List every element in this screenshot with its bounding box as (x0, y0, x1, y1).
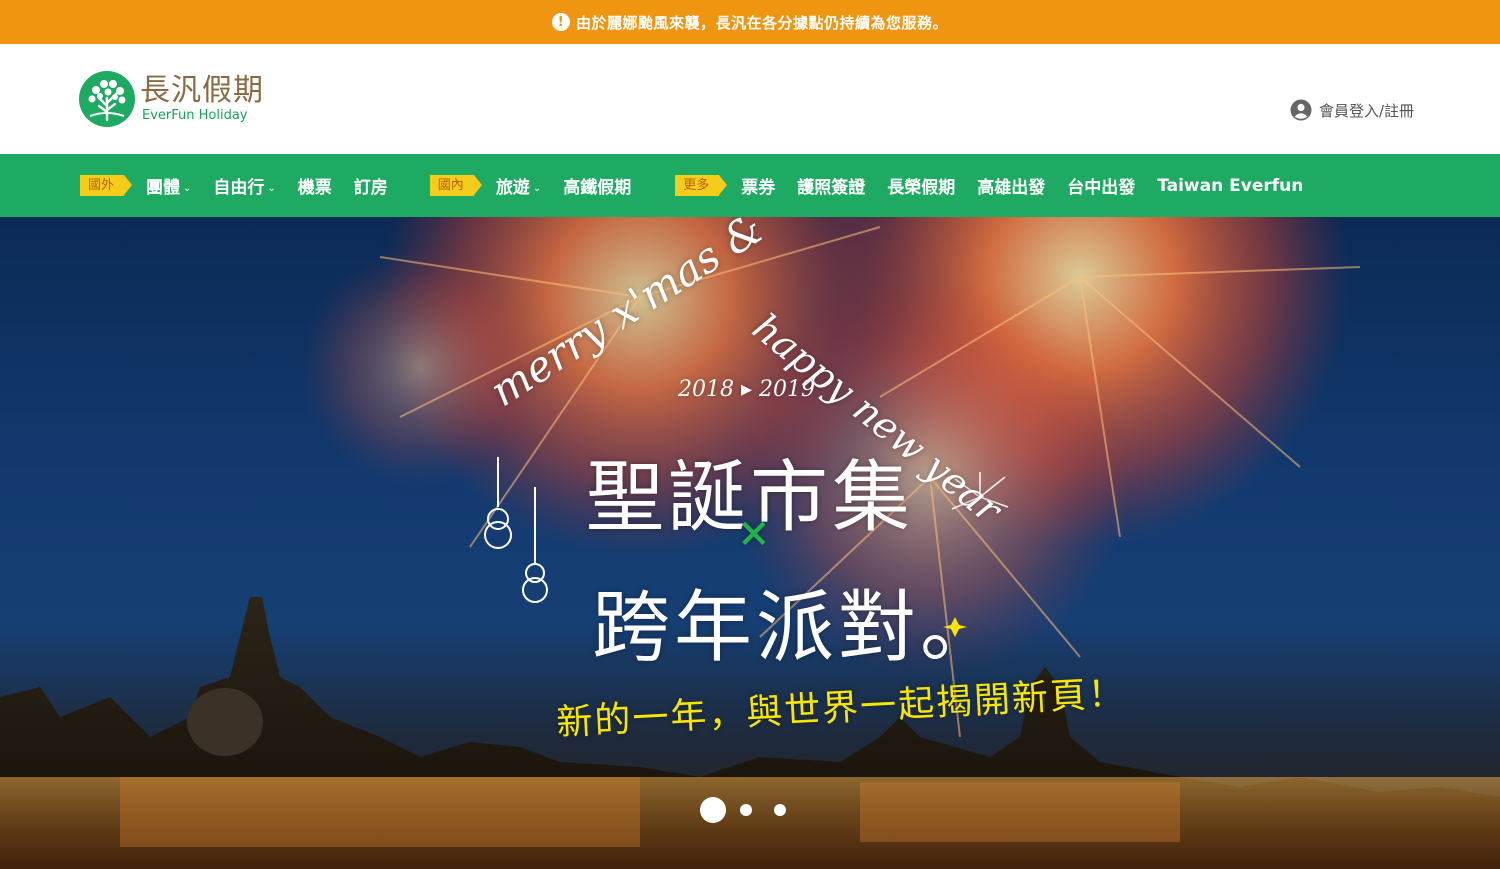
nav-item-passport-visa[interactable]: 護照簽證 (797, 173, 865, 198)
chevron-down-icon: ⌄ (183, 183, 192, 194)
logo[interactable]: 長汎假期 EverFun Holiday (78, 70, 264, 128)
carousel-pagination (700, 797, 808, 823)
nav-item-label: 自由行 (213, 178, 265, 198)
hero-title-cross: × (737, 509, 771, 556)
nav-tag-abroad: 國外 (80, 175, 133, 196)
hero-title-new-year-party: 跨年派對。 (592, 583, 1003, 673)
site-header: 長汎假期 EverFun Holiday 會員登入/註冊 (0, 44, 1500, 154)
nav-item-evergreen-holiday[interactable]: 長榮假期 (887, 173, 955, 198)
main-nav: 國外 團體 ⌄ 自由行 ⌄ 機票 訂房 國內 旅遊 ⌄ 高鐵假期 更多 票券 護照簽證… (0, 154, 1500, 217)
login-label: 會員登入/註冊 (1318, 101, 1414, 120)
tree-logo-icon (79, 71, 135, 127)
nav-item-hotels[interactable]: 訂房 (354, 173, 388, 198)
carousel-dot-2[interactable] (740, 804, 752, 816)
nav-tag-domestic: 國內 (429, 175, 482, 196)
login-register-link[interactable]: 會員登入/註冊 (1290, 99, 1414, 121)
alert-text: 由於麗娜颱風來襲，長汎在各分據點仍持續為您服務。 (575, 13, 948, 32)
nav-item-label: 團體 (146, 178, 181, 198)
nav-item-domestic-travel[interactable]: 旅遊 ⌄ (496, 173, 541, 198)
nav-item-kaohsiung-departure[interactable]: 高雄出發 (977, 173, 1045, 198)
nav-item-taiwan-everfun[interactable]: Taiwan Everfun (1157, 176, 1303, 196)
hero-years-text: 2018 ▸ 2019 (678, 377, 816, 402)
nav-item-hsr-holiday[interactable]: 高鐵假期 (563, 173, 631, 198)
carousel-dot-1[interactable] (700, 797, 726, 823)
nav-tag-more: 更多 (675, 175, 728, 196)
user-circle-icon (1290, 99, 1312, 121)
alert-bar: ! 由於麗娜颱風來襲，長汎在各分據點仍持續為您服務。 (0, 0, 1500, 44)
nav-item-tickets[interactable]: 票券 (741, 173, 775, 198)
chevron-down-icon: ⌄ (267, 183, 276, 194)
chevron-down-icon: ⌄ (532, 183, 542, 194)
logo-english-name: EverFun Holiday (142, 108, 248, 123)
logo-chinese-name: 長汎假期 (140, 73, 264, 108)
carousel-dot-3[interactable] (774, 804, 786, 816)
nav-item-taichung-departure[interactable]: 台中出發 (1067, 173, 1135, 198)
exclamation-circle-icon: ! (551, 13, 570, 31)
hero-banner[interactable]: merry x'mas & happy new year 2018 ▸ 2019… (0, 217, 1500, 869)
nav-item-group-tour[interactable]: 團體 ⌄ (146, 173, 191, 198)
nav-item-label: 旅遊 (495, 178, 530, 198)
nav-item-free-travel[interactable]: 自由行 ⌄ (213, 173, 275, 198)
nav-item-flights[interactable]: 機票 (298, 173, 332, 198)
